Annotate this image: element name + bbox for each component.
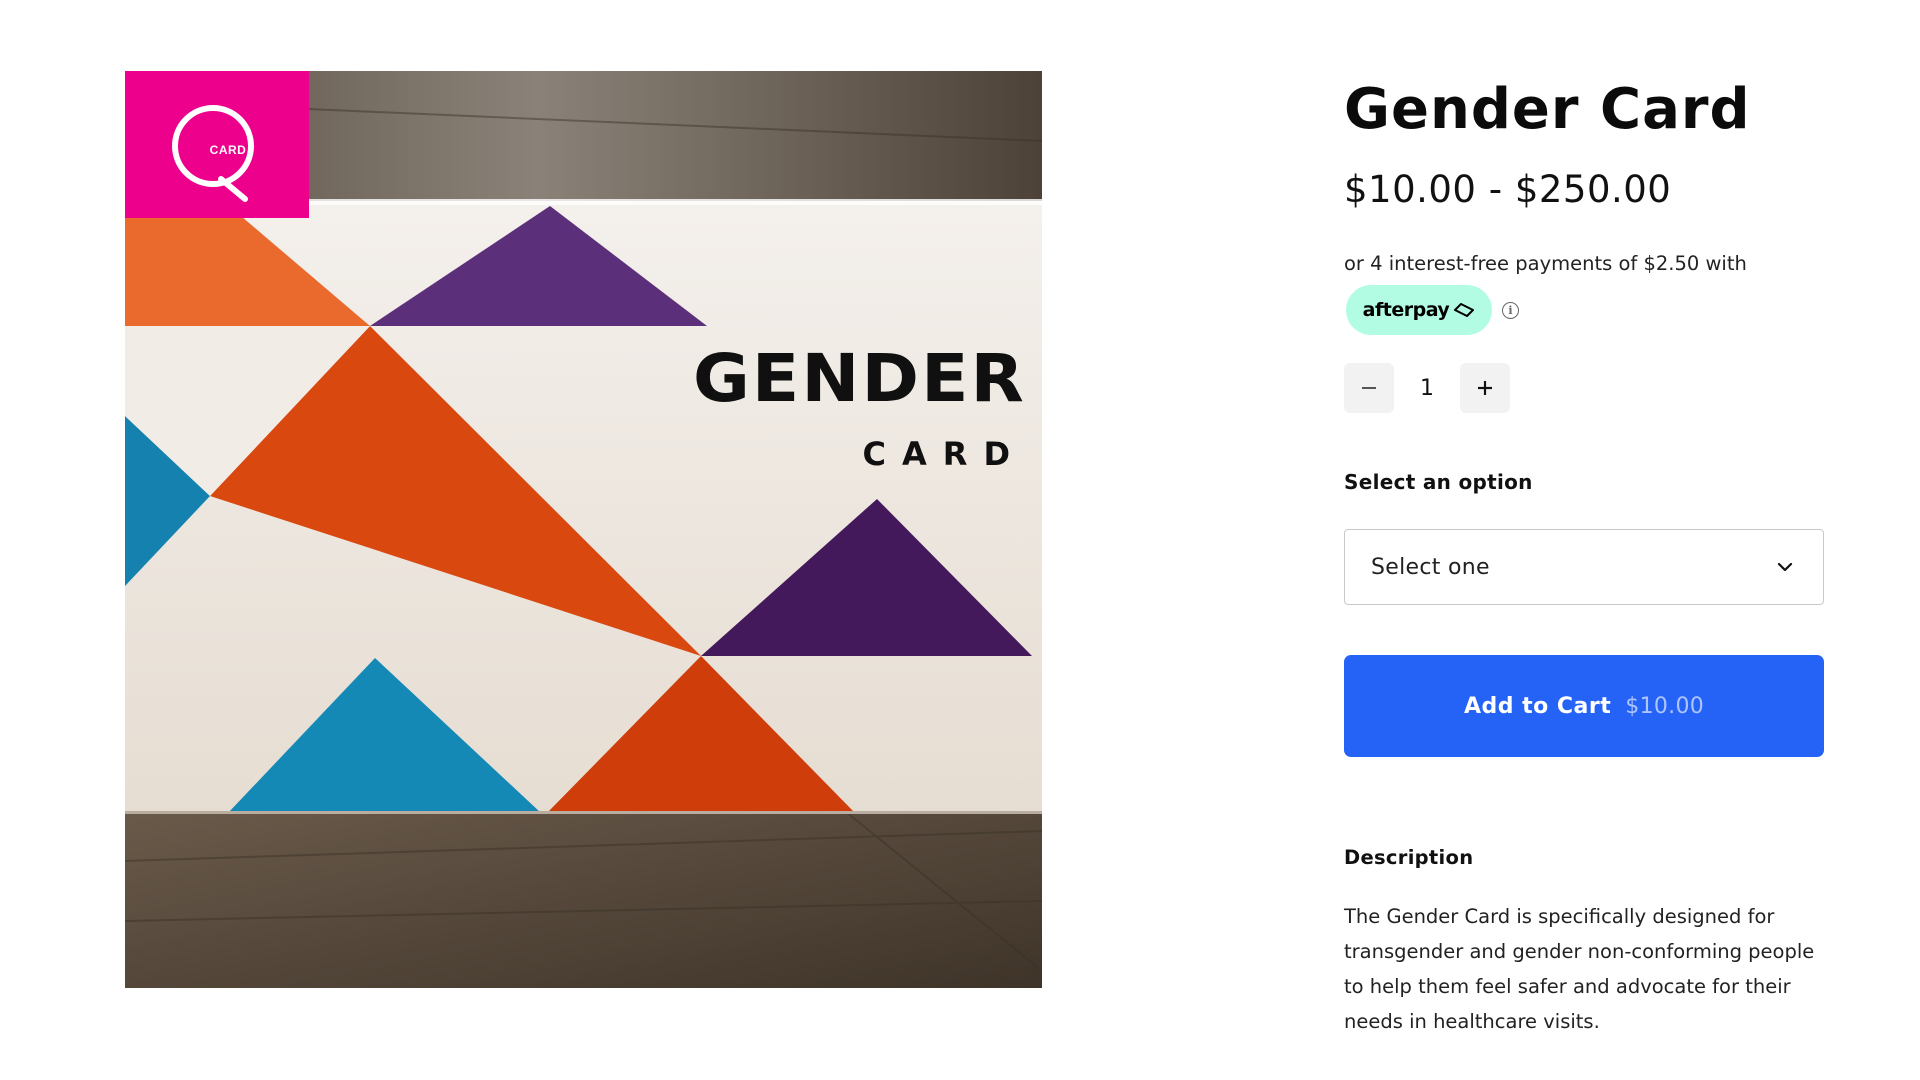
decrease-quantity-button[interactable] xyxy=(1344,363,1394,413)
option-label: Select an option xyxy=(1344,470,1533,494)
plus-icon xyxy=(1478,381,1492,395)
afterpay-label: afterpay xyxy=(1362,299,1450,321)
option-select-value: Select one xyxy=(1371,554,1490,580)
brand-logo[interactable]: CARD xyxy=(125,71,309,218)
afterpay-badge[interactable]: afterpay xyxy=(1346,285,1492,335)
quantity-value[interactable]: 1 xyxy=(1394,376,1460,401)
afterpay-row: afterpay i xyxy=(1346,285,1519,335)
product-title: Gender Card xyxy=(1344,77,1751,142)
product-page: CARD GENDER CARD Gender Card $10.00 - $2… xyxy=(0,0,1920,1080)
description-body: The Gender Card is specifically designed… xyxy=(1344,905,1815,1033)
card-print-card: CARD xyxy=(862,435,1026,473)
afterpay-arrows-icon xyxy=(1454,303,1475,317)
increase-quantity-button[interactable] xyxy=(1460,363,1510,413)
card-print-gender: GENDER xyxy=(692,340,1026,417)
quantity-stepper: 1 xyxy=(1344,363,1510,413)
add-to-cart-button[interactable]: Add to Cart $10.00 xyxy=(1344,655,1824,757)
product-price-range: $10.00 - $250.00 xyxy=(1344,168,1672,211)
info-icon[interactable]: i xyxy=(1502,301,1519,319)
minus-icon xyxy=(1362,387,1376,389)
description-heading: Description xyxy=(1344,846,1474,869)
add-to-cart-label: Add to Cart xyxy=(1463,693,1612,719)
logo-text: CARD xyxy=(209,143,247,157)
add-to-cart-price: $10.00 xyxy=(1625,693,1705,719)
chevron-down-icon xyxy=(1777,562,1793,572)
afterpay-installments-text: or 4 interest-free payments of $2.50 wit… xyxy=(1344,252,1747,275)
option-select[interactable]: Select one xyxy=(1344,529,1824,605)
